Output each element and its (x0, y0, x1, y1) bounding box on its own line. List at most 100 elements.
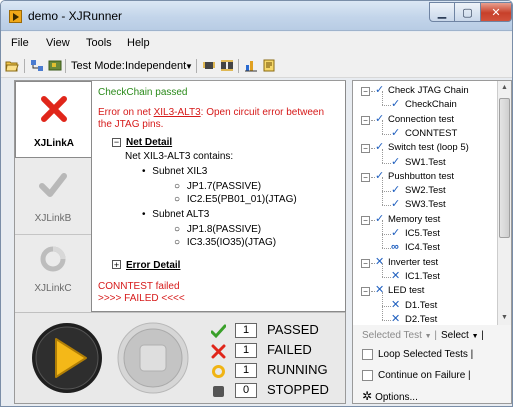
scroll-down-icon[interactable]: ▼ (501, 314, 508, 321)
tree-group[interactable]: − ✓ Switch test (loop 5) (353, 142, 497, 154)
tree-scrollbar[interactable]: ▲ ▼ (498, 81, 511, 325)
tree-connector (382, 133, 391, 135)
tree-item-label: CONNTEST (405, 127, 458, 139)
tree-group[interactable]: − ✓ Check JTAG Chain (353, 85, 497, 97)
tree-connector (382, 305, 391, 307)
red-x-icon (41, 96, 67, 122)
bar-chart-icon[interactable] (244, 59, 258, 72)
subnet1: • Subnet XIL3 (142, 166, 208, 177)
collapse-icon[interactable]: − (361, 215, 370, 225)
menu-help[interactable]: Help (127, 37, 150, 49)
stop-button[interactable] (116, 321, 190, 395)
loop-selected-label: Loop Selected Tests (378, 349, 468, 361)
tree-connector (382, 177, 383, 192)
subnet1-label: Subnet XIL3 (152, 166, 208, 177)
tree-group[interactable]: − ✕ LED test (353, 285, 497, 297)
tree-item-label: IC1.Test (405, 270, 440, 282)
tree-test[interactable]: ✕ IC1.Test (353, 262, 497, 283)
options-button[interactable]: ✲ Options... (362, 389, 418, 403)
error-net-link[interactable]: XIL3-ALT3 (154, 107, 201, 118)
log-error-line2: the JTAG pins. (98, 119, 164, 130)
test-log: CheckChain passed Error on net XIL3-ALT3… (91, 81, 346, 312)
scroll-up-icon[interactable]: ▲ (501, 84, 508, 91)
chain-view-icon[interactable] (30, 59, 44, 72)
log-failed-banner: >>>> FAILED <<<< (98, 293, 185, 304)
scrollbar-thumb[interactable] (499, 98, 510, 238)
toolbar-separator (65, 59, 66, 73)
report-icon[interactable] (262, 59, 276, 72)
loop-selected-checkbox[interactable]: Loop Selected Tests | (362, 349, 473, 360)
tree-test[interactable]: ✓ IC5.Test (353, 220, 497, 240)
pass-check-icon: ✓ (391, 198, 401, 211)
select-dropdown[interactable]: Select ▼ | (441, 330, 484, 341)
collapse-icon[interactable]: − (361, 87, 370, 96)
collapse-icon[interactable]: − (361, 115, 370, 125)
menu-view[interactable]: View (46, 37, 70, 49)
pin-label: IC3.35(IO35)(JTAG) (186, 237, 277, 248)
chevron-down-icon[interactable]: ▼ (185, 62, 193, 71)
pass-check-icon: ✓ (391, 98, 401, 111)
expand-icon[interactable]: + (112, 260, 121, 270)
test-mode-label: Test Mode: (71, 60, 125, 72)
log-checkchain: CheckChain passed (98, 87, 188, 98)
tree-group[interactable]: − ✓ Connection test (353, 113, 497, 126)
run-button[interactable] (30, 321, 104, 395)
collapse-icon[interactable]: − (361, 258, 370, 268)
tree-connector (382, 205, 391, 207)
tree-group[interactable]: − ✓ Pushbutton test (353, 170, 497, 183)
continue-on-failure-checkbox[interactable]: Continue on Failure | (362, 370, 471, 381)
pin-label: JP1.8(PASSIVE) (186, 224, 262, 235)
tree-test[interactable]: ✕ D1.Test (353, 291, 497, 312)
minimize-button[interactable]: ▁ (429, 2, 455, 22)
maximize-button[interactable]: ▢ (455, 2, 481, 22)
tree-item-label: SW1.Test (405, 156, 446, 168)
selected-test-dropdown[interactable]: Selected Test ▼ | (362, 330, 437, 341)
collapse-icon[interactable]: − (112, 138, 121, 147)
grey-check-icon (39, 173, 67, 197)
tab-xjlinka[interactable]: XJLinkA (15, 81, 91, 158)
open-folder-icon[interactable] (5, 59, 19, 72)
tree-test[interactable]: ✕ D2.Test (353, 305, 497, 325)
menu-file[interactable]: File (11, 37, 29, 49)
grey-ring-icon (40, 246, 66, 272)
collapse-icon[interactable]: − (361, 172, 370, 182)
run-controls: 1 PASSED 1 FAILED 1 RUNNING 0 STOPPED (15, 312, 345, 403)
runner-panel: XJLinkA XJLinkB XJLinkC CheckChain passe… (14, 80, 346, 404)
passed-label: PASSED (267, 322, 319, 337)
tab-label: XJLinkA (33, 138, 74, 149)
collapse-icon[interactable]: − (361, 287, 370, 297)
error-prefix: Error on net (98, 107, 154, 118)
toolbar-separator (238, 59, 239, 73)
tree-connector (382, 234, 383, 249)
checkbox[interactable] (362, 349, 373, 360)
net-detail-section[interactable]: − Net Detail (112, 137, 172, 148)
tree-test[interactable]: ✓ SW1.Test (353, 148, 497, 169)
continue-on-failure-label: Continue on Failure (378, 370, 466, 382)
tab-xjlinkb[interactable]: XJLinkB (15, 158, 91, 235)
chip-settings-icon[interactable] (202, 59, 216, 72)
pass-check-icon: ✓ (391, 155, 401, 168)
collapse-icon[interactable]: − (361, 144, 370, 154)
close-button[interactable]: ✕ (481, 2, 512, 22)
tab-xjlinkc[interactable]: XJLinkC (15, 235, 91, 312)
test-mode-dropdown[interactable]: Independent (125, 60, 186, 72)
log-conntest-failed: CONNTEST failed (98, 281, 180, 292)
tree-item-label: Connection test (388, 113, 455, 125)
tree-connector (382, 220, 383, 234)
tree-test[interactable]: ✓ CONNTEST (353, 119, 497, 140)
tree-group[interactable]: − ✓ Memory test (353, 213, 497, 226)
tree-test[interactable]: ∞ IC4.Test (353, 234, 497, 254)
menu-tools[interactable]: Tools (86, 37, 112, 49)
fail-x-icon: ✕ (391, 269, 401, 282)
board-icon[interactable] (48, 59, 62, 72)
error-detail-section[interactable]: + Error Detail (112, 260, 180, 271)
tree-test[interactable]: ✓ SW3.Test (353, 191, 497, 211)
xjlink-tabs: XJLinkA XJLinkB XJLinkC (15, 81, 92, 312)
checkbox[interactable] (362, 370, 373, 381)
tree-item-label: CheckChain (405, 99, 457, 111)
tree-test[interactable]: ✓ SW2.Test (353, 177, 497, 197)
tree-test[interactable]: ✓ CheckChain (353, 91, 497, 111)
tree-group[interactable]: − ✕ Inverter test (353, 256, 497, 269)
chips-icon[interactable] (220, 59, 234, 72)
toolbar-separator (196, 59, 197, 73)
